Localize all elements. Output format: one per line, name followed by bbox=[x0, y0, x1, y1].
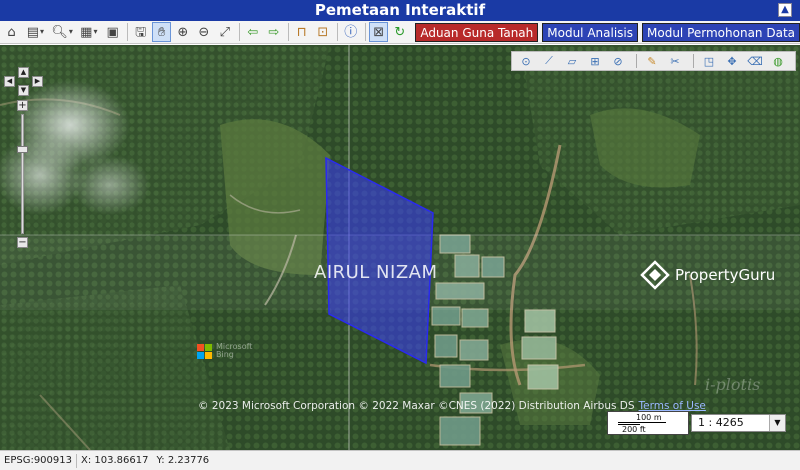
globe-icon[interactable]: ◍ bbox=[768, 52, 788, 70]
zoom-in-icon[interactable]: ⊕ bbox=[173, 22, 192, 42]
watermark-brand: PropertyGuru bbox=[675, 266, 776, 284]
area-icon[interactable]: ⊡ bbox=[313, 22, 332, 42]
refresh-icon[interactable]: ↻ bbox=[390, 22, 409, 42]
home-icon[interactable]: ⌂ bbox=[2, 22, 21, 42]
divider bbox=[365, 23, 367, 41]
coordinate-x: X: 103.86617 bbox=[81, 455, 149, 466]
zoom-slider[interactable] bbox=[17, 114, 28, 234]
zoom-slider-handle[interactable] bbox=[17, 146, 28, 153]
divider bbox=[127, 23, 129, 41]
module-button-permohonan[interactable]: Modul Permohonan Data bbox=[642, 22, 800, 42]
pan-down-icon[interactable]: ▼ bbox=[18, 85, 29, 96]
bing-logo: Microsoft Bing bbox=[197, 343, 252, 359]
layers-dropdown-button[interactable]: ▤ ▾ bbox=[23, 22, 48, 42]
pencil-icon[interactable]: ✎ bbox=[642, 52, 662, 70]
propertyguru-logo-icon bbox=[640, 260, 670, 290]
measure-icon[interactable]: ⊓ bbox=[292, 22, 311, 42]
map-canvas[interactable]: ⊙ ⟋ ▱ ⊞ ⊘ ✎ ✂ ◳ ✥ ⌫ ◍ ▲ ◀ ▶ ▼ + − AIRUL … bbox=[0, 45, 800, 450]
chevron-up-icon[interactable]: ▲ bbox=[778, 3, 792, 17]
zoom-out-icon[interactable]: ⊖ bbox=[194, 22, 213, 42]
title-bar: Pemetaan Interaktif ▲ bbox=[0, 0, 800, 21]
divider bbox=[693, 54, 694, 68]
info-icon[interactable]: ⓘ bbox=[341, 22, 360, 42]
full-extent-icon[interactable]: ⤢ bbox=[215, 22, 234, 42]
add-line-icon[interactable]: ⟋ bbox=[539, 52, 559, 70]
divider bbox=[636, 54, 637, 68]
reshape-icon[interactable]: ◳ bbox=[699, 52, 719, 70]
watermark-name: AIRUL NIZAM bbox=[314, 262, 438, 283]
module-button-aduan[interactable]: Aduan Guna Tanah bbox=[415, 22, 539, 42]
projection-code: EPSG:900913 bbox=[4, 455, 72, 466]
propertyguru-watermark: PropertyGuru bbox=[640, 260, 775, 290]
main-toolbar: ⌂ ▤ ▾ 🔍︎ ▾ ▦ ▾ ▣ 🖫 ✋︎ ⊕ ⊖ ⤢ ⇦ ⇨ ⊓ ⊡ ⓘ ⊠ ↻ A… bbox=[0, 21, 800, 44]
pan-left-icon[interactable]: ◀ bbox=[4, 76, 15, 87]
previous-view-icon[interactable]: ⇦ bbox=[243, 22, 262, 42]
microsoft-logo-icon bbox=[197, 343, 212, 359]
zoom-minus-icon[interactable]: − bbox=[17, 237, 28, 248]
edit-toolbar: ⊙ ⟋ ▱ ⊞ ⊘ ✎ ✂ ◳ ✥ ⌫ ◍ bbox=[511, 51, 796, 71]
zoom-plus-icon[interactable]: + bbox=[17, 100, 28, 111]
scissors-icon[interactable]: ✂ bbox=[665, 52, 685, 70]
status-bar: EPSG:900913 X: 103.86617 Y: 2.23776 bbox=[0, 450, 800, 470]
zoom-dropdown-button[interactable]: 🔍︎ ▾ bbox=[50, 22, 75, 42]
pan-hand-icon[interactable]: ✋︎ bbox=[152, 22, 172, 42]
add-polygon-icon[interactable]: ▱ bbox=[562, 52, 582, 70]
select-tool-icon[interactable]: ⊠ bbox=[369, 22, 389, 42]
satellite-imagery bbox=[0, 45, 800, 450]
eraser-icon[interactable]: ⌫ bbox=[745, 52, 765, 70]
app-title: Pemetaan Interaktif bbox=[314, 1, 486, 19]
next-view-icon[interactable]: ⇨ bbox=[264, 22, 283, 42]
divider bbox=[239, 23, 241, 41]
divider bbox=[337, 23, 339, 41]
pan-control: ▲ ◀ ▶ ▼ bbox=[4, 67, 44, 96]
save-icon[interactable]: 🖫 bbox=[131, 22, 150, 42]
module-button-analisis[interactable]: Modul Analisis bbox=[542, 22, 639, 42]
pan-right-icon[interactable]: ▶ bbox=[32, 76, 43, 87]
app-window: Pemetaan Interaktif ▲ ⌂ ▤ ▾ 🔍︎ ▾ ▦ ▾ ▣ 🖫 ✋︎… bbox=[0, 0, 800, 470]
pan-up-icon[interactable]: ▲ bbox=[18, 67, 29, 78]
iplot-watermark: i-plotis bbox=[705, 375, 761, 394]
add-point-icon[interactable]: ⊙ bbox=[516, 52, 536, 70]
scale-bar: 100 m 200 ft bbox=[607, 411, 689, 435]
move-icon[interactable]: ✥ bbox=[722, 52, 742, 70]
zoom-control: + − bbox=[17, 100, 29, 248]
grid-dropdown-button[interactable]: ▦ ▾ bbox=[76, 22, 101, 42]
coordinate-y: Y: 2.23776 bbox=[156, 455, 210, 466]
divider bbox=[288, 23, 290, 41]
chevron-down-icon[interactable]: ▼ bbox=[769, 415, 785, 431]
map-image-icon[interactable]: ▣ bbox=[103, 22, 122, 42]
delete-feature-icon[interactable]: ⊘ bbox=[608, 52, 628, 70]
add-feature-icon[interactable]: ⊞ bbox=[585, 52, 605, 70]
scale-ratio-select[interactable]: 1 : 4265 ▼ bbox=[691, 414, 786, 432]
